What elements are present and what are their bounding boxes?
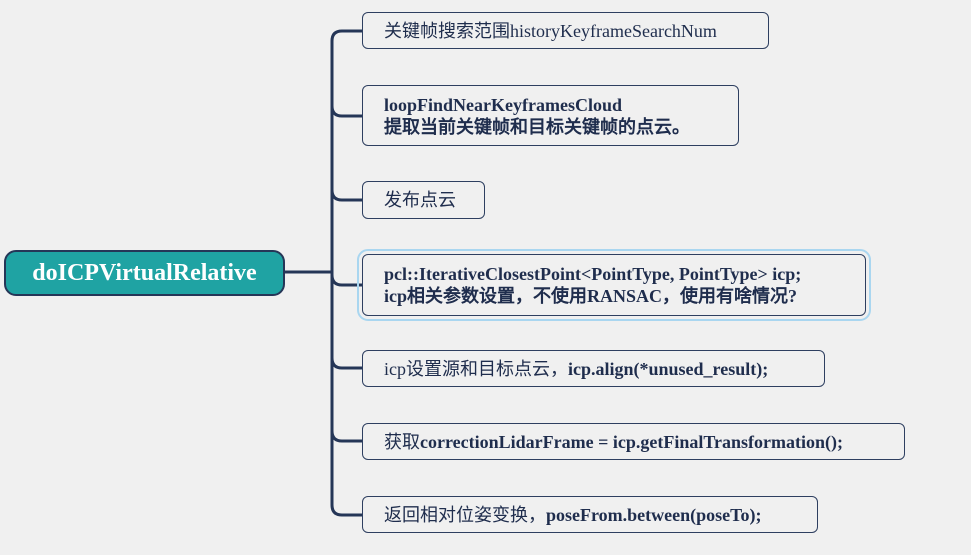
- subtopic-line: icp设置源和目标点云，icp.align(*unused_result);: [384, 358, 824, 380]
- subtopic-text: icp相关参数设置，不使用RANSAC，使用有啥情况?: [384, 286, 798, 306]
- subtopic-line: 发布点云: [384, 189, 484, 211]
- subtopic-line: 关键帧搜索范围historyKeyframeSearchNum: [384, 20, 768, 42]
- subtopic-text: loopFindNearKeyframesCloud: [384, 94, 622, 115]
- subtopic-text: 关键帧搜索范围historyKeyframeSearchNum: [384, 20, 717, 41]
- subtopic-line: icp相关参数设置，不使用RANSAC，使用有啥情况?: [384, 285, 865, 307]
- subtopic-text: 发布点云: [384, 190, 456, 210]
- subtopic-text: correctionLidarFrame = icp.getFinalTrans…: [420, 431, 843, 452]
- subtopic-node[interactable]: icp设置源和目标点云，icp.align(*unused_result);: [362, 350, 825, 387]
- subtopic-line: 提取当前关键帧和目标关键帧的点云。: [384, 116, 738, 138]
- subtopic-line: 获取correctionLidarFrame = icp.getFinalTra…: [384, 431, 904, 453]
- subtopic-node[interactable]: 返回相对位姿变换，poseFrom.between(poseTo);: [362, 496, 818, 533]
- subtopic-node[interactable]: 发布点云: [362, 181, 485, 219]
- root-topic[interactable]: doICPVirtualRelative: [4, 250, 285, 296]
- subtopic-node[interactable]: 获取correctionLidarFrame = icp.getFinalTra…: [362, 423, 905, 460]
- root-label: doICPVirtualRelative: [32, 259, 257, 286]
- subtopic-text: 返回相对位姿变换，: [384, 504, 546, 525]
- subtopic-node[interactable]: loopFindNearKeyframesCloud 提取当前关键帧和目标关键帧的…: [362, 85, 739, 146]
- subtopic-text: 提取当前关键帧和目标关键帧的点云。: [384, 116, 690, 137]
- subtopic-text: pcl::IterativeClosestPoint<PointType, Po…: [384, 264, 802, 284]
- subtopic-line: loopFindNearKeyframesCloud: [384, 94, 738, 116]
- subtopic-text: icp设置源和目标点云，: [384, 358, 568, 379]
- subtopic-node[interactable]: pcl::IterativeClosestPoint<PointType, Po…: [357, 249, 871, 321]
- subtopic-text: icp.align(*unused_result);: [568, 358, 769, 379]
- subtopic-node[interactable]: 关键帧搜索范围historyKeyframeSearchNum: [362, 12, 769, 49]
- subtopic-line: pcl::IterativeClosestPoint<PointType, Po…: [384, 263, 865, 285]
- subtopic-text: poseFrom.between(poseTo);: [546, 504, 762, 525]
- subtopic-text: 获取: [384, 431, 420, 452]
- subtopic-line: 返回相对位姿变换，poseFrom.between(poseTo);: [384, 504, 817, 526]
